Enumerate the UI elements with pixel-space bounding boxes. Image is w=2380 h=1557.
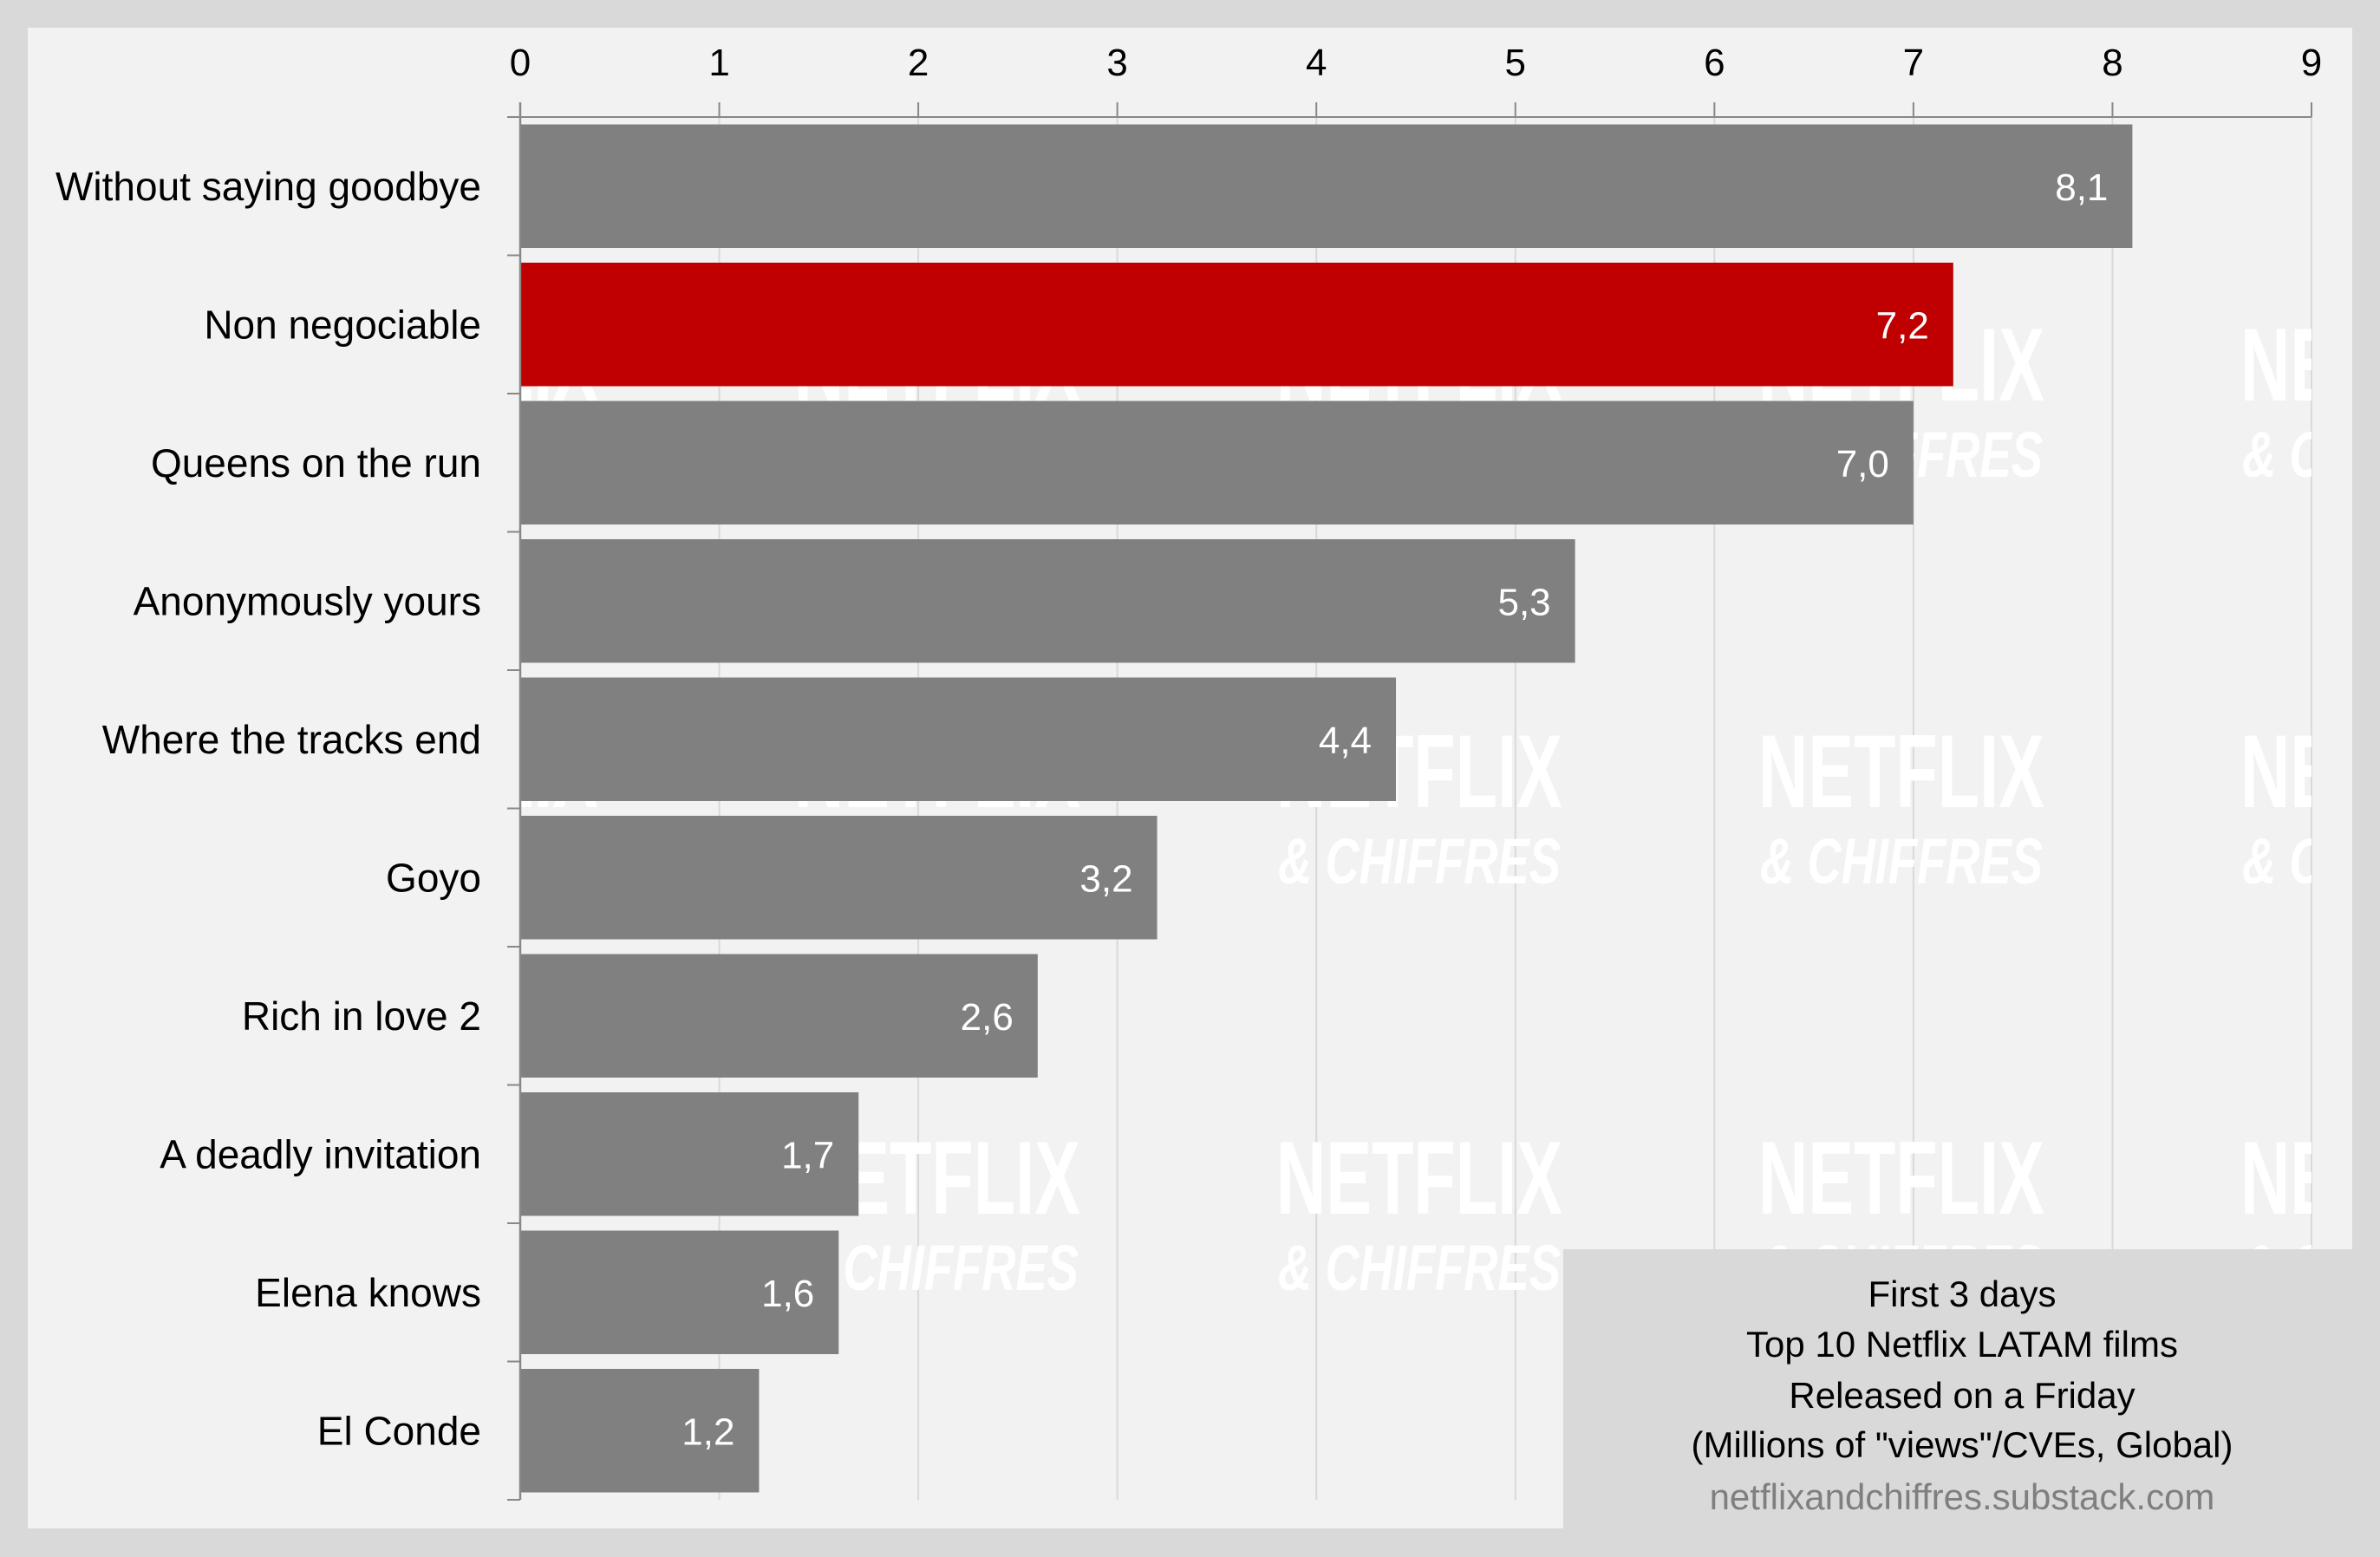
x-tick-labels: 0 1 2 3 4 5 6 7 8 9 bbox=[510, 42, 2322, 84]
value-label: 7,0 bbox=[1836, 443, 1889, 485]
watermark-netflix-text: NETFLIX bbox=[2240, 713, 2380, 830]
watermark-chiffres-text: & CHIFFRES bbox=[1278, 825, 1561, 897]
watermark-tile: NETFLIX& CHIFFRES bbox=[1758, 713, 2044, 897]
category-label: A deadly invitation bbox=[160, 1131, 481, 1176]
x-tick-label: 4 bbox=[1306, 42, 1327, 84]
category-label: Rich in love 2 bbox=[242, 993, 481, 1039]
value-label: 4,4 bbox=[1319, 720, 1372, 762]
caption-line-period: First 3 days bbox=[1868, 1274, 2057, 1314]
x-tick-label: 3 bbox=[1106, 42, 1127, 84]
value-label: 1,7 bbox=[781, 1134, 834, 1176]
bar-highlighted bbox=[521, 263, 1953, 387]
category-label: Goyo bbox=[386, 855, 481, 900]
x-tick-label: 9 bbox=[2301, 42, 2322, 84]
watermark-netflix-text: NETFLIX bbox=[1276, 1120, 1562, 1236]
value-label: 2,6 bbox=[961, 996, 1014, 1039]
bar bbox=[521, 124, 2133, 248]
watermark-chiffres-text: & CHIFFRES bbox=[2242, 419, 2380, 491]
caption-box: First 3 days Top 10 Netflix LATAM films … bbox=[1563, 1249, 2380, 1557]
value-label: 3,2 bbox=[1079, 857, 1132, 900]
watermark-netflix-text: NETFLIX bbox=[2240, 307, 2380, 423]
value-label: 8,1 bbox=[2055, 166, 2108, 209]
watermark-tile: NETFLIX& CHIFFRES bbox=[1276, 1120, 1562, 1304]
watermark-chiffres-text: & CHIFFRES bbox=[1278, 1232, 1561, 1304]
category-label: Queens on the run bbox=[151, 440, 481, 485]
watermark-chiffres-text: & CHIFFRES bbox=[1760, 825, 2043, 897]
category-label: Elena knows bbox=[255, 1270, 481, 1315]
watermark-tile: NETFLIX& CHIFFRES bbox=[2240, 713, 2380, 897]
caption-line-release: Released on a Friday bbox=[1789, 1375, 2135, 1416]
watermark-netflix-text: NETFLIX bbox=[1758, 1120, 2044, 1236]
category-label: Non negociable bbox=[204, 302, 481, 347]
watermark-netflix-text: NETFLIX bbox=[1758, 713, 2044, 830]
value-label: 5,3 bbox=[1497, 581, 1550, 623]
bar bbox=[521, 816, 1157, 940]
category-label: Where the tracks end bbox=[102, 717, 481, 762]
x-tick-label: 5 bbox=[1505, 42, 1526, 84]
x-tick-label: 1 bbox=[708, 42, 729, 84]
category-label: Without saying goodbye bbox=[55, 164, 481, 209]
x-tick-label: 7 bbox=[1903, 42, 1924, 84]
caption-line-units: (Millions of "views"/CVEs, Global) bbox=[1691, 1424, 2233, 1465]
category-labels: Without saying goodbye Non negociable Quee… bbox=[55, 164, 481, 1454]
x-tick-label: 0 bbox=[510, 42, 531, 84]
caption-line-title: Top 10 Netflix LATAM films bbox=[1746, 1324, 2178, 1365]
value-label: 1,2 bbox=[681, 1410, 734, 1453]
value-label: 1,6 bbox=[761, 1273, 814, 1315]
source-link[interactable]: netflixandchiffres.substack.com bbox=[1563, 1479, 2361, 1515]
x-tick-label: 2 bbox=[908, 42, 929, 84]
watermark-tile: NETFLIX& CHIFFRES bbox=[2240, 307, 2380, 491]
watermark-chiffres-text: & CHIFFRES bbox=[2242, 825, 2380, 897]
bar bbox=[521, 677, 1397, 801]
x-tick-label: 8 bbox=[2102, 42, 2122, 84]
bar bbox=[521, 539, 1575, 663]
bar bbox=[521, 401, 1914, 524]
x-tick-label: 6 bbox=[1704, 42, 1725, 84]
category-label: El Conde bbox=[317, 1408, 481, 1453]
category-label: Anonymously yours bbox=[134, 578, 481, 623]
value-label: 7,2 bbox=[1876, 304, 1929, 347]
watermark-netflix-text: NETFLIX bbox=[2240, 1120, 2380, 1236]
